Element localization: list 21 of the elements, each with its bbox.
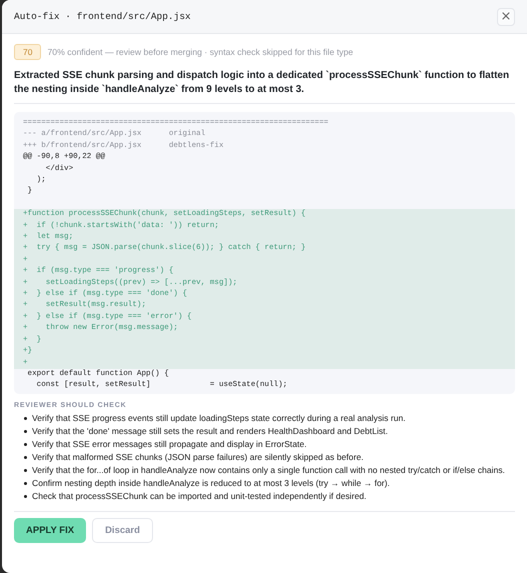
bullet-icon <box>24 468 27 472</box>
close-button[interactable]: × <box>497 8 515 26</box>
check-item: Verify that the for...of loop in handleAnalyze now contains only a single function call with no nested try/catch or if/else chains. <box>32 464 505 477</box>
bullet-icon <box>24 442 27 446</box>
check-item: Verify that malformed SSE chunks (JSON parse failures) are silently skipped as before. <box>32 450 364 464</box>
check-item: Confirm nesting depth inside handleAnalyze is reduced to at most 3 levels (try → while → for). <box>32 476 390 490</box>
bullet-icon <box>24 494 27 498</box>
check-item: Check that processSSEChunk can be imported and unit-tested independently if desired. <box>32 490 366 503</box>
bullet-icon <box>24 430 27 433</box>
discard-button[interactable]: Discard <box>92 518 153 543</box>
bullet-icon <box>24 456 27 459</box>
apply-fix-button[interactable]: APPLY FIX <box>14 518 86 543</box>
bullet-icon <box>24 416 27 420</box>
check-item: Verify that SSE progress events still update loadingSteps state correctly during a real analysis run. <box>32 412 406 425</box>
check-item: Verify that the 'done' message still sets the result and renders HealthDashboard and DebtList. <box>32 424 388 438</box>
fix-summary: Extracted SSE chunk parsing and dispatch logic into a dedicated `processSSEChunk` function to flatten the nesting inside `handleAnalyze` from 9 levels to at most 3. <box>14 69 515 104</box>
confidence-note: 70% confident — review before merging · syntax check skipped for this file type <box>47 47 354 57</box>
window-title: Auto-fix · frontend/src/App.jsx <box>14 11 191 22</box>
confidence-badge: 70 <box>14 44 42 60</box>
bullet-icon <box>24 482 27 485</box>
check-item: Verify that SSE error messages still propagate and display in ErrorState. <box>32 438 307 451</box>
